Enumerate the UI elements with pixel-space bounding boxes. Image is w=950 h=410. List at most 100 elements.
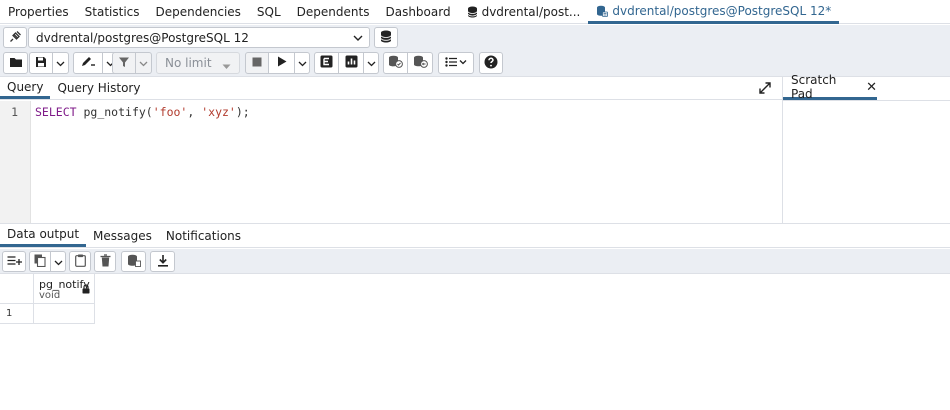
tab-dashboard[interactable]: Dashboard	[377, 0, 458, 24]
row-limit-select[interactable]: No limit	[156, 52, 240, 74]
download-icon	[157, 254, 169, 270]
tab-label: Query History	[57, 81, 141, 95]
tab-query-tool[interactable]: dvdrental/postgres@PostgreSQL 12*	[588, 0, 840, 24]
tab-database-dvdrental[interactable]: dvdrental/post...	[459, 0, 589, 24]
tab-label: Query	[7, 79, 44, 94]
copy-icon	[34, 254, 46, 270]
tab-properties[interactable]: Properties	[0, 0, 77, 24]
open-file-button[interactable]	[3, 52, 28, 74]
sql-editor[interactable]: 1 SELECT pg_notify('foo', 'xyz');	[0, 101, 782, 224]
add-row-icon	[7, 255, 22, 269]
tab-notifications[interactable]: Notifications	[159, 224, 248, 247]
chevron-down-icon	[298, 56, 307, 70]
lock-icon	[82, 283, 90, 297]
edit-button[interactable]	[73, 52, 103, 74]
commit-button[interactable]	[383, 52, 408, 74]
tab-sql[interactable]: SQL	[249, 0, 289, 24]
rollback-icon	[413, 55, 428, 71]
stop-icon	[252, 56, 262, 70]
analyze-chart-icon	[345, 55, 358, 71]
commit-icon	[388, 55, 403, 71]
macros-button[interactable]	[438, 52, 474, 74]
table-cell[interactable]	[34, 304, 95, 324]
divider	[783, 100, 950, 101]
tab-query-history[interactable]: Query History	[50, 77, 147, 99]
tab-query[interactable]: Query	[0, 77, 51, 99]
save-icon	[35, 56, 47, 71]
tab-label: Statistics	[84, 5, 140, 19]
paste-button[interactable]	[69, 251, 91, 272]
tab-label: Notifications	[165, 228, 242, 243]
sql-keyword: SELECT	[35, 105, 77, 119]
database-icon	[467, 6, 478, 18]
sql-function: pg_notify(	[83, 105, 153, 119]
filter-icon	[118, 56, 130, 71]
tab-label: Data output	[7, 227, 80, 241]
sql-separator: ,	[187, 105, 202, 119]
rollback-button[interactable]	[408, 52, 433, 74]
tab-label: Properties	[8, 5, 69, 19]
database-icon	[380, 30, 392, 46]
execute-options-dropdown[interactable]	[295, 52, 310, 74]
output-toolbar	[0, 249, 950, 274]
save-options-dropdown[interactable]	[53, 52, 69, 74]
delete-row-button[interactable]	[94, 251, 116, 272]
close-icon[interactable]: ✕	[866, 80, 877, 95]
trash-icon	[100, 253, 111, 270]
help-button[interactable]	[479, 52, 503, 74]
copy-button[interactable]	[29, 251, 51, 272]
tab-data-output[interactable]: Data output	[0, 224, 87, 247]
download-button[interactable]	[150, 251, 175, 272]
plug-icon	[9, 30, 22, 46]
panel-tab-strip: Properties Statistics Dependencies SQL D…	[0, 0, 950, 24]
tab-messages[interactable]: Messages	[86, 224, 159, 247]
explain-button[interactable]	[314, 52, 339, 74]
tab-scratch-pad[interactable]: Scratch Pad ✕	[783, 73, 877, 101]
query-panel-tabs: Query Query History	[0, 77, 782, 100]
expand-icon	[759, 81, 771, 97]
explain-options-dropdown[interactable]	[364, 52, 379, 74]
line-number: 1	[11, 105, 18, 119]
explain-icon	[320, 55, 333, 71]
sql-code-line[interactable]: SELECT pg_notify('foo', 'xyz');	[35, 105, 250, 119]
column-type: void	[39, 290, 61, 301]
grid-corner-cell[interactable]	[0, 274, 34, 304]
tab-statistics[interactable]: Statistics	[77, 0, 148, 24]
output-panel-tabs: Data output Messages Notifications	[0, 224, 950, 248]
chevron-down-icon	[347, 35, 369, 41]
copy-options-dropdown[interactable]	[51, 251, 66, 272]
maximize-panel-button[interactable]	[757, 81, 773, 97]
add-row-button[interactable]	[2, 251, 26, 272]
tab-label: Dependents	[296, 5, 370, 19]
execute-button[interactable]	[269, 52, 295, 74]
row-limit-value: No limit	[165, 56, 212, 70]
tab-dependents[interactable]: Dependents	[289, 0, 378, 24]
scratch-pad-panel: Scratch Pad ✕	[782, 73, 950, 224]
sql-terminator: );	[235, 105, 250, 119]
save-data-changes-button[interactable]	[121, 251, 146, 272]
tab-dependencies[interactable]: Dependencies	[148, 0, 249, 24]
help-icon	[484, 55, 498, 72]
column-header-pg-notify[interactable]: pg_notify void	[34, 274, 95, 304]
tab-label: Messages	[93, 228, 152, 243]
tab-label: dvdrental/postgres@PostgreSQL 12*	[612, 3, 832, 18]
save-data-icon	[127, 254, 141, 270]
save-file-button[interactable]	[29, 52, 53, 74]
row-header[interactable]: 1	[0, 304, 34, 324]
pencil-icon	[80, 56, 96, 71]
stop-query-button[interactable]	[245, 52, 269, 74]
connection-status-button[interactable]	[3, 27, 27, 48]
chevron-down-icon	[56, 56, 65, 70]
explain-analyze-button[interactable]	[339, 52, 364, 74]
new-connection-button[interactable]	[374, 27, 398, 48]
folder-icon	[9, 56, 23, 71]
sql-string: 'xyz'	[201, 105, 236, 119]
clipboard-icon	[74, 254, 86, 270]
connection-select[interactable]: dvdrental/postgres@PostgreSQL 12	[28, 27, 370, 48]
play-icon	[277, 56, 287, 70]
filter-options-dropdown[interactable]	[136, 52, 152, 74]
tab-label: Dependencies	[155, 5, 241, 19]
line-number-gutter: 1	[0, 101, 31, 223]
filter-button[interactable]	[112, 52, 136, 74]
chevron-down-icon	[139, 56, 148, 70]
